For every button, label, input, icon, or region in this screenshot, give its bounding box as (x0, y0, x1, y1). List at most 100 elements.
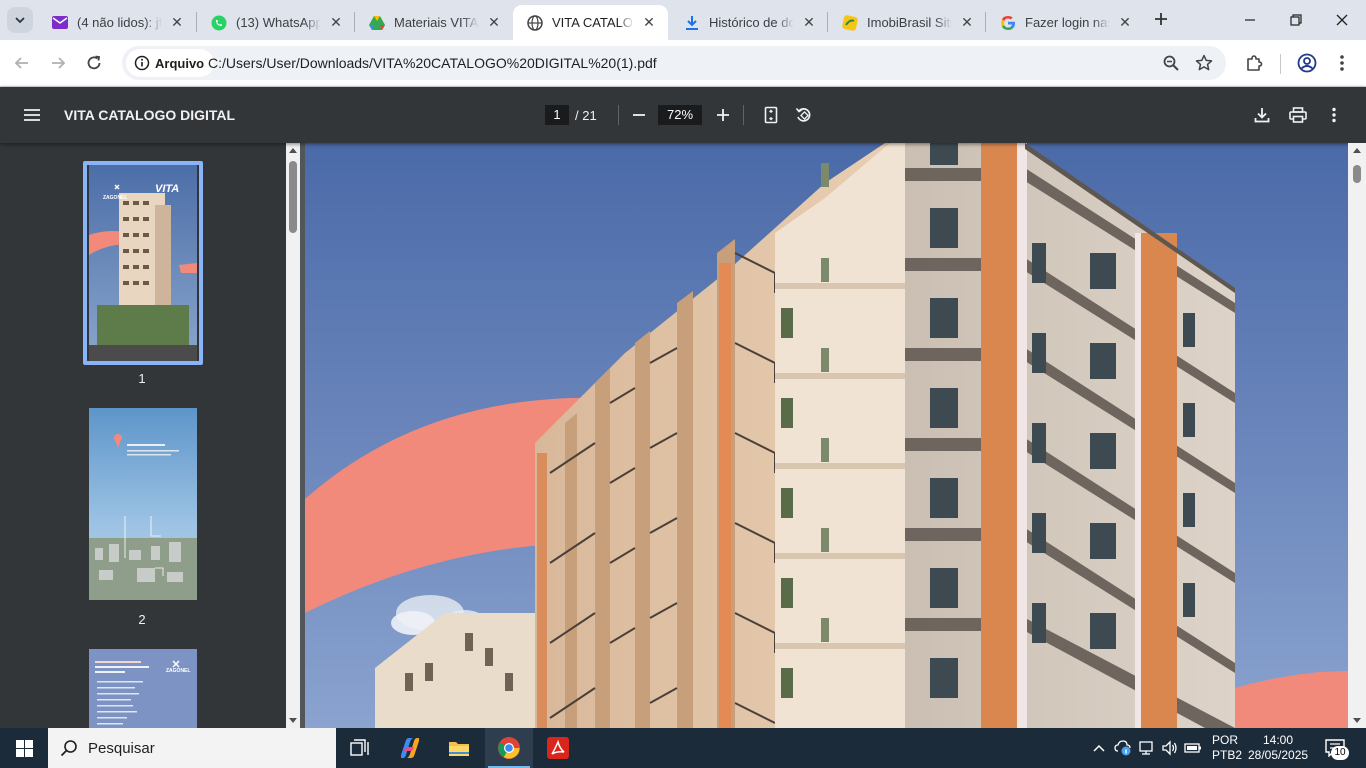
scroll-down-icon[interactable] (1353, 718, 1361, 723)
download-icon (1254, 108, 1270, 123)
google-icon (1000, 15, 1016, 31)
viewer-scrollbar[interactable] (1348, 143, 1366, 728)
mail-icon (52, 15, 68, 31)
tab-vita-catalogo[interactable]: VITA CATALOGO ✕ (513, 5, 668, 40)
tab-gmail[interactable]: (4 não lidos): jfaç ✕ (38, 5, 196, 40)
battery-plug-icon (1184, 743, 1201, 753)
profile-button[interactable] (1295, 51, 1319, 75)
google-drive-icon (369, 15, 385, 31)
toolbar-divider (618, 105, 619, 125)
thumbnail-page-2[interactable] (89, 408, 197, 600)
tray-battery[interactable] (1184, 738, 1204, 758)
scroll-down-icon[interactable] (289, 718, 297, 723)
url-text[interactable]: C:/Users/User/Downloads/VITA%20CATALOGO%… (208, 55, 657, 71)
close-icon[interactable]: ✕ (1116, 14, 1134, 32)
rotate-button[interactable] (792, 103, 816, 127)
tab-title: (13) WhatsApp (236, 15, 321, 30)
sidebar-scrollbar[interactable] (286, 143, 300, 728)
tab-whatsapp[interactable]: (13) WhatsApp ✕ (197, 5, 355, 40)
close-window-button[interactable] (1318, 0, 1366, 40)
thumbnail-image (89, 408, 197, 600)
fit-to-page-button[interactable] (759, 103, 783, 127)
back-button[interactable] (7, 48, 37, 78)
minus-icon (633, 114, 645, 116)
chrome-icon (498, 737, 520, 759)
restore-icon (1290, 14, 1302, 26)
browser-toolbar: Arquivo C:/Users/User/Downloads/VITA%20C… (0, 40, 1366, 87)
tab-title: Histórico de dow (709, 15, 794, 30)
thumbnail-page-3[interactable]: ZAGONEL (89, 649, 197, 728)
tab-google-drive[interactable]: Materiais VITA - ✕ (355, 5, 513, 40)
new-tab-button[interactable] (1150, 8, 1172, 30)
extensions-button[interactable] (1242, 51, 1266, 75)
close-icon (1336, 14, 1348, 26)
forward-button[interactable] (43, 48, 73, 78)
scroll-up-icon[interactable] (1353, 148, 1361, 153)
input-language-indicator[interactable]: POR PTB2 (1212, 733, 1242, 763)
tray-overflow-button[interactable] (1089, 738, 1109, 758)
restore-button[interactable] (1272, 0, 1320, 40)
clock-time: 14:00 (1262, 733, 1294, 747)
more-vertical-icon (1332, 107, 1336, 123)
minimize-button[interactable] (1226, 0, 1274, 40)
zoom-level-input[interactable]: 72% (658, 105, 702, 125)
zoom-out-button[interactable] (627, 103, 651, 127)
tab-google-login[interactable]: Fazer login nas C ✕ (986, 5, 1144, 40)
tray-volume[interactable] (1160, 738, 1180, 758)
page-number-input[interactable]: 1 (545, 105, 569, 125)
taskbar-chrome[interactable] (485, 728, 533, 768)
start-button[interactable] (0, 728, 48, 768)
task-view-button[interactable] (336, 728, 384, 768)
tab-title: (4 não lidos): jfaç (77, 15, 162, 30)
close-icon[interactable]: ✕ (168, 14, 186, 32)
arrow-right-icon (52, 57, 66, 69)
taskbar-file-explorer[interactable] (435, 728, 483, 768)
star-icon (1195, 54, 1213, 71)
rotate-icon (795, 107, 811, 122)
close-icon[interactable]: ✕ (640, 14, 658, 32)
print-button[interactable] (1286, 103, 1310, 127)
browser-menu-button[interactable] (1330, 51, 1354, 75)
tray-network-status[interactable] (1113, 738, 1133, 758)
taskbar-copilot[interactable] (386, 728, 434, 768)
omnibox[interactable]: Arquivo C:/Users/User/Downloads/VITA%20C… (122, 46, 1226, 80)
tab-downloads[interactable]: Histórico de dow ✕ (670, 5, 828, 40)
page-total-label: / 21 (575, 108, 597, 123)
tab-title: Fazer login nas C (1025, 15, 1110, 30)
close-icon[interactable]: ✕ (958, 14, 976, 32)
acrobat-icon (547, 737, 569, 759)
pdf-more-button[interactable] (1322, 103, 1346, 127)
reload-button[interactable] (79, 48, 109, 78)
thumbnail-brand-text: ZAGONEL (103, 195, 128, 201)
scrollbar-thumb[interactable] (1353, 165, 1361, 183)
pdf-toolbar: VITA CATALOGO DIGITAL 1 / 21 72% (0, 87, 1366, 143)
toolbar-divider (743, 105, 744, 125)
minimize-icon (1245, 19, 1255, 21)
taskbar-acrobat[interactable] (534, 728, 582, 768)
more-vertical-icon (1340, 55, 1344, 71)
thumbnail-page-1[interactable]: ZAGONEL VITA (89, 165, 197, 361)
scroll-up-icon[interactable] (289, 148, 297, 153)
close-icon[interactable]: ✕ (800, 14, 818, 32)
taskbar-clock[interactable]: 14:00 28/05/2025 (1248, 733, 1308, 763)
volume-icon (1162, 740, 1177, 756)
download-button[interactable] (1250, 103, 1274, 127)
thumbnail-cover-title: VITA (155, 183, 180, 195)
taskbar-search[interactable]: Pesquisar (48, 728, 336, 768)
pdf-viewer[interactable] (300, 143, 1366, 728)
zoom-in-button[interactable] (711, 103, 735, 127)
thumbnail-brand-text: ZAGONEL (166, 668, 191, 674)
close-icon[interactable]: ✕ (327, 14, 345, 32)
plus-icon (717, 109, 729, 121)
close-icon[interactable]: ✕ (485, 14, 503, 32)
sidebar-toggle-button[interactable] (20, 103, 44, 127)
site-info-chip[interactable]: Arquivo (126, 49, 215, 77)
tab-search-button[interactable] (7, 7, 33, 33)
notification-count-badge: 10 (1331, 746, 1349, 760)
tab-imobibrasil[interactable]: ImobiBrasil Sites ✕ (828, 5, 986, 40)
scrollbar-thumb[interactable] (289, 161, 297, 233)
bookmark-button[interactable] (1194, 53, 1214, 73)
zoom-magnifier-button[interactable] (1161, 53, 1181, 73)
tab-strip: (4 não lidos): jfaç ✕ (13) WhatsApp ✕ Ma… (0, 0, 1366, 40)
tray-network[interactable] (1137, 738, 1157, 758)
